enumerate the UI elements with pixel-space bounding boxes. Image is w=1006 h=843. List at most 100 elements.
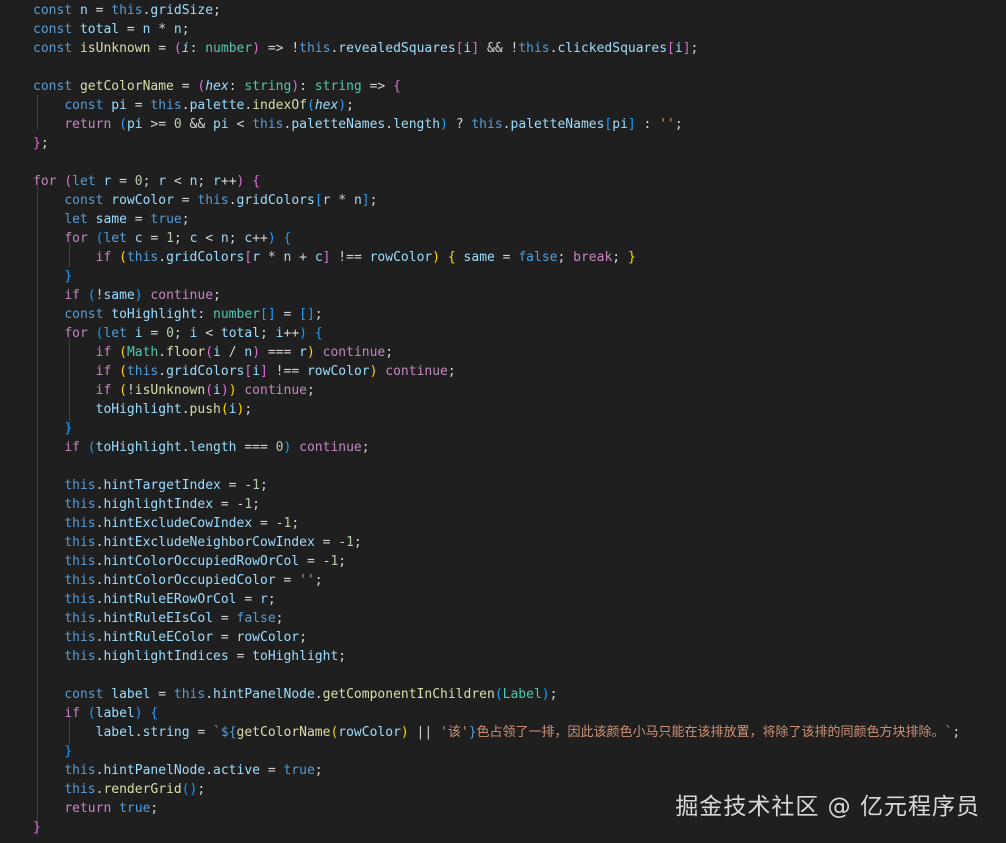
- code-line[interactable]: if (Math.floor(i / n) === r) continue;: [33, 343, 393, 362]
- code-line[interactable]: this.renderGrid();: [33, 780, 205, 799]
- code-token: =: [236, 592, 260, 607]
- code-token: `: [213, 725, 221, 740]
- code-token: this: [518, 41, 550, 56]
- code-token: (): [181, 782, 198, 797]
- code-line[interactable]: this.hintTargetIndex = -1;: [33, 476, 268, 495]
- code-token: ): [432, 250, 441, 265]
- code-token: }: [33, 820, 41, 835]
- code-token: i: [181, 41, 190, 56]
- code-token: toHighlight: [111, 307, 198, 322]
- code-token: paletteNames: [510, 117, 605, 132]
- code-token: ;: [690, 41, 699, 56]
- code-token: rowColor: [338, 725, 401, 740]
- code-token: pi: [612, 117, 628, 132]
- code-line[interactable]: return true;: [33, 799, 158, 818]
- code-line[interactable]: const rowColor = this.gridColors[r * n];: [33, 191, 377, 210]
- code-line[interactable]: this.highlightIndices = toHighlight;: [33, 647, 346, 666]
- code-line[interactable]: for (let c = 1; c < n; c++) {: [33, 229, 291, 248]
- code-line[interactable]: if (toHighlight.length === 0) continue;: [33, 438, 369, 457]
- code-line[interactable]: this.hintExcludeCowIndex = -1;: [33, 514, 299, 533]
- code-token: hintRuleEIsCol: [103, 611, 214, 626]
- code-line[interactable]: }: [33, 818, 41, 837]
- code-token: ): [306, 345, 315, 360]
- code-token: ;: [385, 345, 394, 360]
- code-token: (: [119, 117, 127, 132]
- code-token: *: [330, 193, 354, 208]
- code-line[interactable]: const isUnknown = (i: number) => !this.r…: [33, 39, 698, 58]
- code-token: this: [299, 41, 331, 56]
- code-token: ===: [260, 345, 300, 360]
- code-line[interactable]: this.hintRuleEColor = rowColor;: [33, 628, 307, 647]
- code-token: string: [142, 725, 190, 740]
- code-line[interactable]: let same = true;: [33, 210, 189, 229]
- code-token: 1: [346, 535, 354, 550]
- code-line[interactable]: if (label) {: [33, 704, 158, 723]
- code-token: (: [306, 98, 315, 113]
- code-token: ;: [197, 782, 206, 797]
- code-token: !==: [330, 250, 370, 265]
- code-token: this: [64, 592, 96, 607]
- code-line[interactable]: this.hintRuleERowOrCol = r;: [33, 590, 275, 609]
- code-line[interactable]: };: [33, 134, 49, 153]
- code-token: this: [64, 782, 96, 797]
- code-line[interactable]: const pi = this.palette.indexOf(hex);: [33, 96, 354, 115]
- code-token: ;: [369, 193, 378, 208]
- code-token: ;: [338, 649, 347, 664]
- code-line[interactable]: const total = n * n;: [33, 20, 190, 39]
- code-line[interactable]: this.hintColorOccupiedColor = '';: [33, 571, 322, 590]
- code-token: getColorName: [236, 725, 331, 740]
- code-line[interactable]: if (this.gridColors[r * n + c] !== rowCo…: [33, 248, 636, 267]
- code-token: :: [189, 41, 206, 56]
- code-token: c: [314, 250, 323, 265]
- code-line[interactable]: this.hintRuleEIsCol = false;: [33, 609, 283, 628]
- code-token: paletteNames: [291, 117, 386, 132]
- code-line[interactable]: this.hintPanelNode.active = true;: [33, 761, 322, 780]
- code-line[interactable]: if (!same) continue;: [33, 286, 221, 305]
- code-line[interactable]: for (let r = 0; r < n; r++) {: [33, 172, 260, 191]
- code-line[interactable]: this.highlightIndex = -1;: [33, 495, 260, 514]
- code-token: ): [252, 41, 261, 56]
- code-editor[interactable]: const n = this.gridSize; const total = n …: [0, 0, 1006, 843]
- code-token: if: [95, 250, 112, 265]
- code-token: 0: [173, 117, 182, 132]
- code-line[interactable]: toHighlight.push(i);: [33, 400, 253, 419]
- code-line[interactable]: for (let i = 0; i < total; i++) {: [33, 324, 322, 343]
- code-line[interactable]: const label = this.hintPanelNode.getComp…: [33, 685, 557, 704]
- code-line[interactable]: if (!isUnknown(i)) continue;: [33, 381, 315, 400]
- code-line[interactable]: const toHighlight: number[] = [];: [33, 305, 322, 324]
- code-token: same: [95, 212, 127, 227]
- code-token: .: [314, 687, 323, 702]
- code-token: ;: [557, 250, 574, 265]
- code-token: number: [213, 307, 260, 322]
- code-token: i: [252, 364, 261, 379]
- code-token: .: [205, 763, 214, 778]
- code-line[interactable]: if (this.gridColors[i] !== rowColor) con…: [33, 362, 456, 381]
- code-token: '': [299, 573, 315, 588]
- code-line[interactable]: return (pi >= 0 && pi < this.paletteName…: [33, 115, 682, 134]
- code-line[interactable]: this.hintColorOccupiedRowOrCol = -1;: [33, 552, 346, 571]
- code-token: <: [228, 117, 253, 132]
- code-line[interactable]: const n = this.gridSize;: [33, 1, 221, 20]
- code-token: <: [197, 326, 221, 341]
- code-line[interactable]: this.hintExcludeNeighborCowIndex = -1;: [33, 533, 361, 552]
- code-line[interactable]: }: [33, 742, 72, 761]
- code-token: ]: [260, 364, 268, 379]
- code-line[interactable]: }: [33, 267, 72, 286]
- code-line[interactable]: label.string = `${getColorName(rowColor)…: [33, 723, 961, 742]
- code-line[interactable]: const getColorName = (hex: string): stri…: [33, 77, 401, 96]
- code-line[interactable]: }: [33, 419, 72, 438]
- code-token: return: [64, 801, 112, 816]
